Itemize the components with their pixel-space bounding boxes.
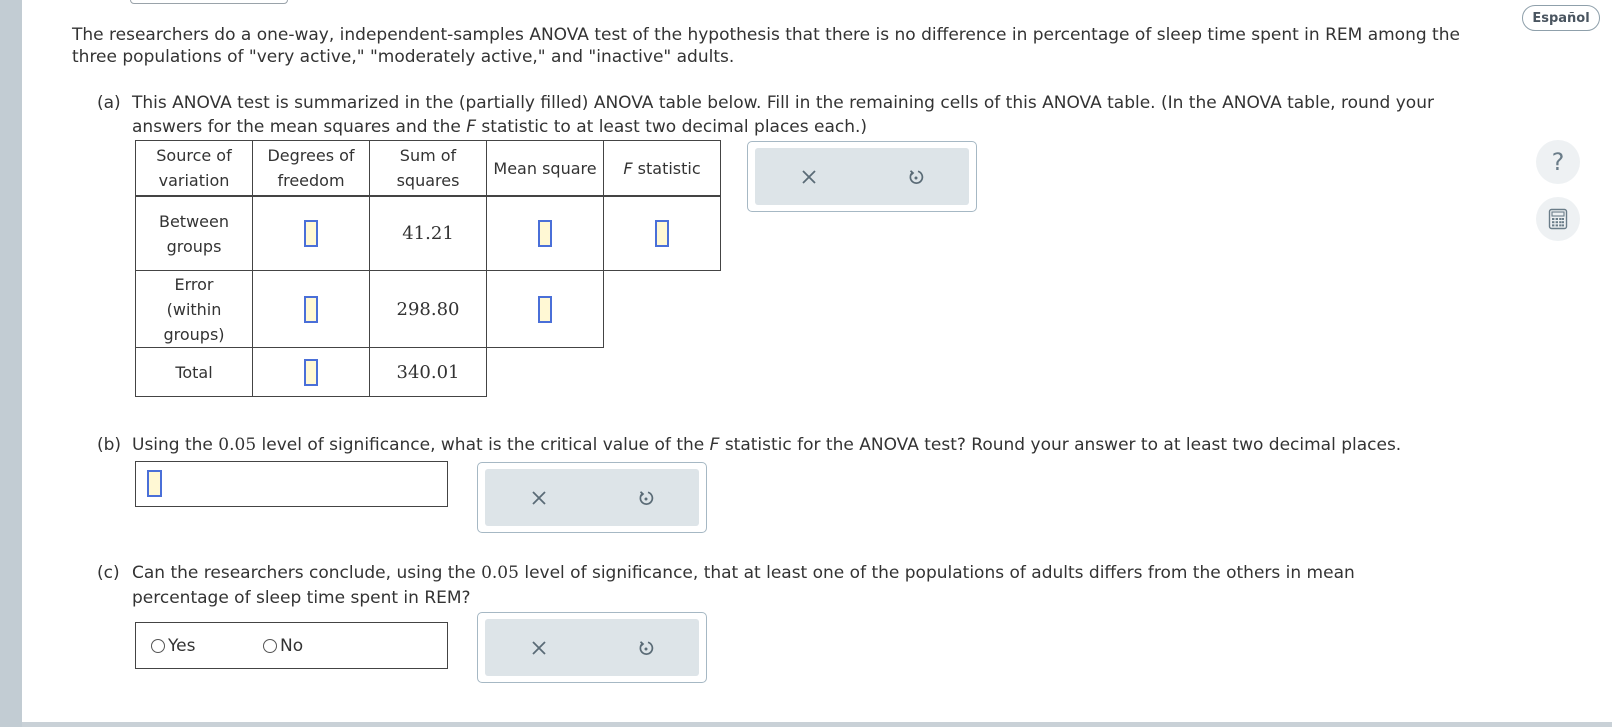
ms-error-cell: [486, 270, 604, 348]
header-ms: Mean square: [486, 140, 604, 197]
reset-button[interactable]: [592, 469, 699, 526]
clear-button[interactable]: [755, 148, 862, 205]
ss-total: 340.01: [369, 347, 487, 397]
left-sidebar-strip: [0, 0, 22, 727]
undo-icon: [909, 169, 923, 184]
empty-cell: [487, 348, 604, 397]
anova-header-row: Source of variation Degrees of freedom Sum…: [135, 140, 721, 197]
anova-table: Source of variation Degrees of freedom Sum…: [135, 140, 721, 397]
df-between-input[interactable]: [304, 220, 318, 247]
question-icon: ?: [1551, 148, 1565, 176]
table-row-total: Total 340.01: [135, 347, 721, 397]
ms-error-input[interactable]: [538, 295, 552, 323]
header-f: F statistic: [603, 140, 721, 197]
part-c-action-panel: [477, 612, 707, 683]
close-icon: [531, 640, 546, 655]
language-button[interactable]: Español: [1522, 5, 1600, 31]
part-a-action-panel: [747, 141, 977, 212]
df-total-cell: [252, 347, 370, 397]
calculator-button[interactable]: [1536, 197, 1580, 241]
undo-icon: [639, 490, 653, 505]
table-row-error: Error (within groups) 298.80: [135, 270, 721, 348]
header-source: Source of variation: [135, 140, 253, 197]
ms-between-cell: [486, 195, 604, 271]
part-b-action-panel: [477, 462, 707, 533]
f-statistic-input[interactable]: [655, 220, 669, 247]
clear-button[interactable]: [485, 469, 592, 526]
critical-value-answer-box: [135, 461, 448, 507]
df-error-input[interactable]: [304, 295, 318, 323]
header-df: Degrees of freedom: [252, 140, 370, 197]
part-c-label: (c): [97, 563, 120, 583]
source-between: Between groups: [135, 195, 253, 271]
header-ss: Sum of squares: [369, 140, 487, 197]
empty-cell: [604, 271, 721, 348]
reset-button[interactable]: [592, 619, 699, 676]
calculator-icon: [1548, 208, 1568, 230]
table-row-between: Between groups 41.21: [135, 195, 721, 271]
radio-circle-icon[interactable]: [151, 639, 165, 653]
f-italic: F: [466, 117, 477, 137]
radio-circle-icon[interactable]: [263, 639, 277, 653]
df-total-input[interactable]: [304, 358, 318, 386]
f-statistic-cell: [603, 195, 721, 271]
bottom-edge-bar: [22, 722, 1612, 727]
ms-between-input[interactable]: [538, 220, 552, 247]
df-error-cell: [252, 270, 370, 348]
part-b-text: Using the 0.05 level of significance, wh…: [132, 435, 1402, 455]
clear-button[interactable]: [485, 619, 592, 676]
reset-button[interactable]: [862, 148, 969, 205]
close-icon: [801, 169, 816, 184]
conclusion-answer-box: Yes No: [135, 622, 448, 669]
source-error: Error (within groups): [135, 270, 253, 348]
part-c-text: Can the researchers conclude, using the …: [132, 563, 1355, 608]
empty-cell: [604, 348, 721, 397]
part-a-text: This ANOVA test is summarized in the (pa…: [132, 93, 1434, 137]
source-total: Total: [135, 347, 253, 397]
intro-text: The researchers do a one-way, independen…: [72, 25, 1460, 67]
top-tab-edge: [130, 0, 288, 4]
df-between-cell: [252, 195, 370, 271]
help-button[interactable]: ?: [1536, 140, 1580, 184]
critical-value-input[interactable]: [147, 470, 162, 497]
undo-icon: [639, 640, 653, 655]
part-a-label: (a): [97, 93, 121, 113]
part-b-label: (b): [97, 435, 122, 455]
radio-no[interactable]: No: [263, 636, 303, 656]
ss-between: 41.21: [369, 195, 487, 271]
ss-error: 298.80: [369, 270, 487, 348]
close-icon: [531, 490, 546, 505]
radio-yes[interactable]: Yes: [151, 636, 195, 656]
